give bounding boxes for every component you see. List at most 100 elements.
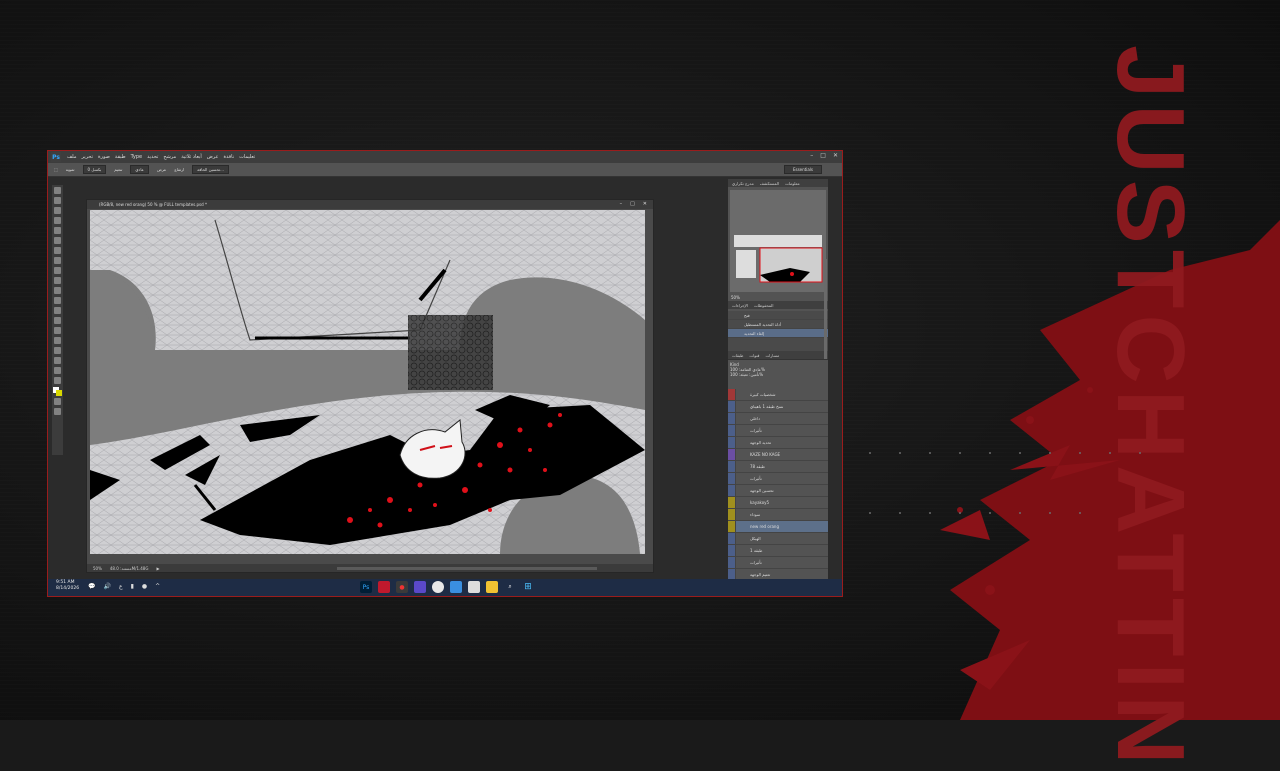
crop-tool-icon[interactable] xyxy=(54,227,61,234)
zoom-tool-icon[interactable] xyxy=(54,377,61,384)
layer-row[interactable]: تأثيرات xyxy=(728,473,828,485)
photoshop-app-icon[interactable]: Ps xyxy=(360,581,372,593)
background-color-swatch[interactable] xyxy=(56,390,62,396)
layer-visibility-icon[interactable] xyxy=(728,533,736,544)
brush-tool-icon[interactable] xyxy=(54,257,61,264)
layer-visibility-icon[interactable] xyxy=(728,437,736,448)
close-icon[interactable]: ✕ xyxy=(833,152,838,159)
width-field[interactable]: عرض xyxy=(157,167,166,172)
canvas[interactable] xyxy=(90,210,645,554)
layer-visibility-icon[interactable] xyxy=(728,449,736,460)
doc-minimize-icon[interactable]: – xyxy=(620,201,623,207)
search-icon[interactable]: ⌕ xyxy=(504,581,516,593)
quick-select-tool-icon[interactable] xyxy=(54,217,61,224)
tray-expand-icon[interactable]: ^ xyxy=(155,583,160,590)
menu-image[interactable]: صورة xyxy=(98,154,110,160)
file-explorer-icon[interactable] xyxy=(486,581,498,593)
layer-row[interactable]: KAZE NO KAGE xyxy=(728,449,828,461)
menu-layer[interactable]: طبقة xyxy=(115,154,126,160)
language-indicator[interactable]: ع xyxy=(119,583,123,590)
tab-paths[interactable]: مسارات xyxy=(765,353,779,358)
document-tab[interactable]: (RGB/8, new red orang) 50 % @ FULL templ… xyxy=(87,200,653,209)
calendar-icon[interactable] xyxy=(468,581,480,593)
marquee-tool-icon[interactable] xyxy=(54,197,61,204)
store-icon[interactable] xyxy=(450,581,462,593)
marquee-tool-icon[interactable]: ⬚ xyxy=(54,167,58,172)
blur-tool-icon[interactable] xyxy=(54,307,61,314)
minimize-icon[interactable]: – xyxy=(810,152,813,159)
layer-row[interactable]: نسخ طبقة 1 باهيتاي xyxy=(728,401,828,413)
menu-help[interactable]: تعليمات xyxy=(239,154,255,160)
menu-file[interactable]: ملف xyxy=(67,154,77,160)
eyedropper-tool-icon[interactable] xyxy=(54,237,61,244)
hand-tool-icon[interactable] xyxy=(54,367,61,374)
doc-close-icon[interactable]: ✕ xyxy=(643,201,647,207)
refine-edge-button[interactable]: تحسين الحافة... xyxy=(192,165,229,174)
mic-icon[interactable]: ● xyxy=(142,583,147,590)
discord-icon[interactable] xyxy=(414,581,426,593)
quick-mask-icon[interactable] xyxy=(54,398,61,405)
tab-history[interactable]: المحفوظات xyxy=(754,303,773,308)
menu-edit[interactable]: تحرير xyxy=(82,154,94,160)
layer-visibility-icon[interactable] xyxy=(728,461,736,472)
tab-actions[interactable]: الإجراءات xyxy=(732,303,748,308)
tab-histogram[interactable]: مدرج تكراري xyxy=(732,181,754,186)
menu-window[interactable]: نافذة xyxy=(224,154,235,160)
menu-type[interactable]: Type xyxy=(131,154,142,160)
screen-mode-icon[interactable] xyxy=(54,408,61,415)
type-tool-icon[interactable] xyxy=(54,337,61,344)
style-select[interactable]: عادي xyxy=(130,165,149,174)
gradient-tool-icon[interactable] xyxy=(54,297,61,304)
path-select-tool-icon[interactable] xyxy=(54,347,61,354)
layer-row[interactable]: kayakoy5 xyxy=(728,497,828,509)
history-brush-tool-icon[interactable] xyxy=(54,277,61,284)
app-red-icon[interactable] xyxy=(378,581,390,593)
dodge-tool-icon[interactable] xyxy=(54,317,61,324)
layer-visibility-icon[interactable] xyxy=(728,401,736,412)
history-item[interactable]: إلغاء التحديد xyxy=(728,329,828,338)
navigator-preview[interactable] xyxy=(730,190,826,292)
chrome-icon[interactable] xyxy=(432,581,444,593)
status-arrow-icon[interactable]: ▶ xyxy=(156,566,159,571)
volume-icon[interactable]: 🔊 xyxy=(103,583,110,590)
battery-icon[interactable]: ▮ xyxy=(131,583,134,590)
app-recorder-icon[interactable]: ● xyxy=(396,581,408,593)
antialias-checkbox[interactable]: تنعيم xyxy=(114,167,122,172)
layer-visibility-icon[interactable] xyxy=(728,473,736,484)
layer-row[interactable]: تأثيرات xyxy=(728,557,828,569)
layer-row[interactable]: تحسين الوجهة xyxy=(728,485,828,497)
history-item[interactable]: أداة التحديد المستطيل xyxy=(728,320,828,329)
layer-visibility-icon[interactable] xyxy=(728,545,736,556)
start-icon[interactable]: ⊞ xyxy=(522,581,534,593)
horizontal-scrollbar[interactable] xyxy=(337,567,597,570)
maximize-icon[interactable]: □ xyxy=(820,152,826,159)
menu-3d[interactable]: أبعاد ثلاثية xyxy=(181,154,202,160)
notification-icon[interactable]: 💬 xyxy=(88,583,95,590)
layer-row[interactable]: الهيكل xyxy=(728,533,828,545)
layers-scrollbar[interactable] xyxy=(824,259,827,359)
layer-visibility-icon[interactable] xyxy=(728,413,736,424)
menu-view[interactable]: عرض xyxy=(207,154,219,160)
layer-visibility-icon[interactable] xyxy=(728,521,736,532)
feather-input[interactable]: 0 بكسل xyxy=(82,165,107,174)
workspace-switcher[interactable]: Essentials xyxy=(783,165,822,174)
move-tool-icon[interactable] xyxy=(54,187,61,194)
layer-row[interactable]: شخصيات كبيرة xyxy=(728,389,828,401)
shape-tool-icon[interactable] xyxy=(54,357,61,364)
layer-row[interactable]: new red orang xyxy=(728,521,828,533)
layer-visibility-icon[interactable] xyxy=(728,497,736,508)
menu-filter[interactable]: مرشح xyxy=(163,154,176,160)
lasso-tool-icon[interactable] xyxy=(54,207,61,214)
layer-visibility-icon[interactable] xyxy=(728,557,736,568)
clock[interactable]: 9:51 AM 8/14/2026 xyxy=(56,580,79,592)
height-field[interactable]: ارتفاع xyxy=(174,167,184,172)
layer-row[interactable]: طبقة 1 xyxy=(728,545,828,557)
layer-visibility-icon[interactable] xyxy=(728,509,736,520)
tab-channels[interactable]: قنوات xyxy=(749,353,759,358)
stamp-tool-icon[interactable] xyxy=(54,267,61,274)
eraser-tool-icon[interactable] xyxy=(54,287,61,294)
doc-maximize-icon[interactable]: □ xyxy=(630,201,635,207)
pen-tool-icon[interactable] xyxy=(54,327,61,334)
layer-visibility-icon[interactable] xyxy=(728,425,736,436)
layer-row[interactable]: تحديد الوجهة xyxy=(728,437,828,449)
